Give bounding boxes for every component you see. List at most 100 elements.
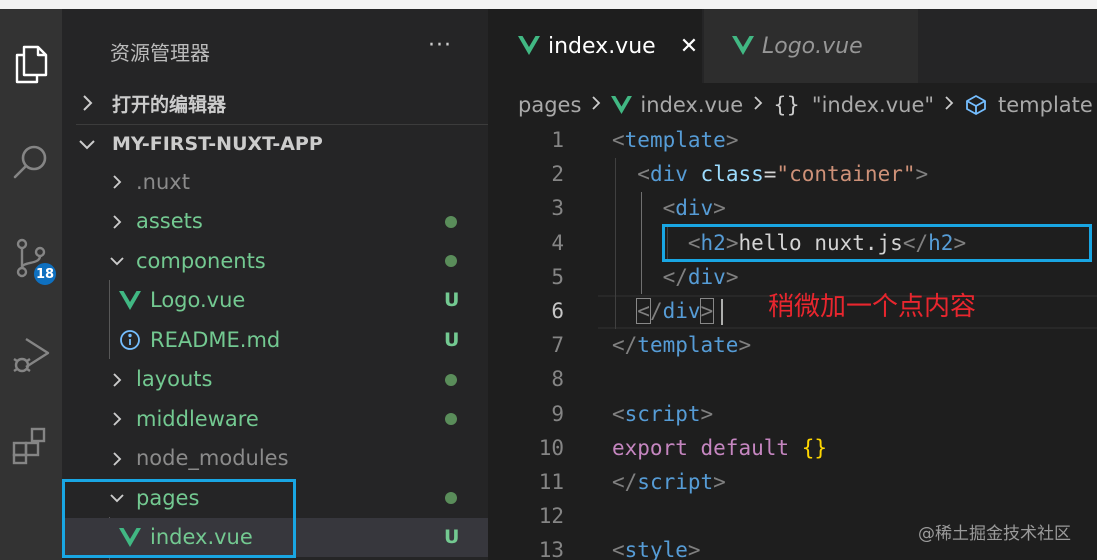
code-line[interactable]: </div> (612, 264, 739, 289)
tree-item-readme-md[interactable]: README.md U (62, 320, 488, 360)
code-token: > (738, 333, 752, 358)
code-line[interactable]: </script> (612, 470, 726, 494)
chevron-right-icon (942, 93, 956, 118)
code-editor[interactable]: 1 <template> 2 <div class="container"> 3 <d… (488, 124, 1097, 560)
chevron-right-icon (108, 172, 126, 192)
code-line[interactable]: <style> (612, 538, 701, 560)
activity-bar: 18 (0, 9, 62, 560)
watermark: @稀土掘金技术社区 (918, 524, 1071, 544)
chevron-right-icon (76, 92, 98, 114)
explorer-icon[interactable] (0, 33, 62, 95)
more-actions-button[interactable]: ··· (428, 33, 452, 58)
chevron-right-icon (108, 409, 126, 429)
code-token: default (700, 435, 790, 460)
breadcrumb: pages index.vue {} "index.vue" template (518, 86, 1093, 124)
tree-item-node-modules[interactable]: node_modules (62, 439, 488, 479)
tab-logo-vue[interactable]: Logo.vue (704, 9, 918, 83)
tree-item-components[interactable]: components (62, 241, 488, 281)
code-token: < (612, 401, 625, 426)
git-status-badge: U (444, 289, 460, 312)
code-token: "container" (776, 162, 916, 187)
code-line[interactable]: <template> (612, 128, 738, 152)
code-line[interactable]: </div> (612, 298, 715, 324)
breadcrumb-file[interactable]: index.vue (640, 93, 743, 117)
tree-item-label: README.md (150, 327, 281, 352)
code-token: {} (801, 435, 827, 460)
editor-tabs: index.vue ✕ Logo.vue (488, 9, 1097, 83)
code-token: </ (662, 264, 688, 289)
code-token: template (637, 333, 739, 358)
tree-item-logo-vue[interactable]: Logo.vue U (62, 281, 488, 321)
line-number: 7 (551, 333, 564, 358)
code-token: < (637, 162, 650, 187)
code-token: </ (612, 333, 638, 358)
code-line[interactable]: </template> (612, 333, 751, 357)
code-token: = (763, 162, 777, 187)
code-line[interactable]: <div class="container"> (612, 162, 928, 186)
code-token: < (612, 538, 625, 560)
code-line[interactable]: <script> (612, 402, 713, 426)
tree-item-nuxt[interactable]: .nuxt (62, 162, 488, 202)
text-cursor (721, 299, 723, 325)
line-number: 13 (538, 538, 564, 560)
sidebar-title: 资源管理器 (110, 41, 210, 65)
code-line[interactable]: <div> (612, 196, 726, 220)
tree-item-label: Logo.vue (150, 288, 246, 313)
modified-dot-icon (445, 373, 457, 386)
cube-icon (964, 93, 988, 117)
code-token: </ (612, 470, 638, 494)
breadcrumb-node[interactable]: template (998, 93, 1093, 117)
chevron-down-icon (76, 133, 98, 155)
line-number: 5 (551, 264, 564, 289)
code-token: > (725, 128, 739, 152)
git-status-badge: U (444, 328, 460, 351)
tab-label: Logo.vue (762, 33, 863, 59)
tab-index-vue[interactable]: index.vue ✕ (488, 9, 702, 83)
line-number: 6 (551, 299, 564, 323)
line-number: 11 (538, 470, 564, 494)
code-token: < (612, 128, 625, 152)
code-line[interactable]: export default {} (612, 436, 827, 460)
breadcrumb-folder[interactable]: pages (518, 93, 581, 117)
code-highlight-box (662, 224, 1092, 262)
chevron-right-icon (108, 449, 126, 469)
source-control-icon[interactable]: 18 (0, 227, 62, 289)
breadcrumb-component[interactable]: "index.vue" (812, 93, 934, 117)
tree-item-label: .nuxt (136, 169, 190, 194)
close-icon[interactable]: ✕ (680, 34, 698, 59)
code-token: class (700, 162, 764, 187)
line-number: 9 (551, 401, 564, 426)
project-header[interactable]: MY-FIRST-NUXT-APP (76, 125, 323, 163)
search-icon[interactable] (0, 131, 62, 193)
code-token: > (713, 470, 726, 494)
code-token: export (612, 435, 688, 460)
vue-file-icon (611, 95, 633, 115)
pages-highlight-box (62, 479, 296, 558)
code-token: > (725, 264, 739, 289)
run-debug-icon[interactable] (0, 323, 62, 385)
tree-item-assets[interactable]: assets (62, 202, 488, 242)
code-token: > (699, 298, 715, 324)
chevron-right-icon (108, 370, 126, 390)
code-token: < (636, 298, 651, 324)
code-token: script (624, 401, 701, 426)
vue-file-icon (518, 36, 540, 56)
modified-dot-icon (445, 255, 457, 267)
open-editors-header[interactable]: 打开的编辑器 (76, 84, 226, 122)
chevron-down-icon (108, 251, 126, 271)
modified-dot-icon (445, 215, 457, 228)
line-number: 3 (551, 196, 564, 221)
code-token: template (624, 128, 726, 152)
code-token: div (687, 264, 726, 289)
open-editors-label: 打开的编辑器 (112, 93, 227, 116)
modified-dot-icon (445, 413, 457, 425)
tree-item-middleware[interactable]: middleware (62, 399, 488, 439)
extensions-icon[interactable] (0, 415, 62, 477)
tree-item-layouts[interactable]: layouts (62, 360, 488, 400)
line-number: 10 (538, 435, 564, 460)
tree-item-label: layouts (136, 367, 213, 392)
